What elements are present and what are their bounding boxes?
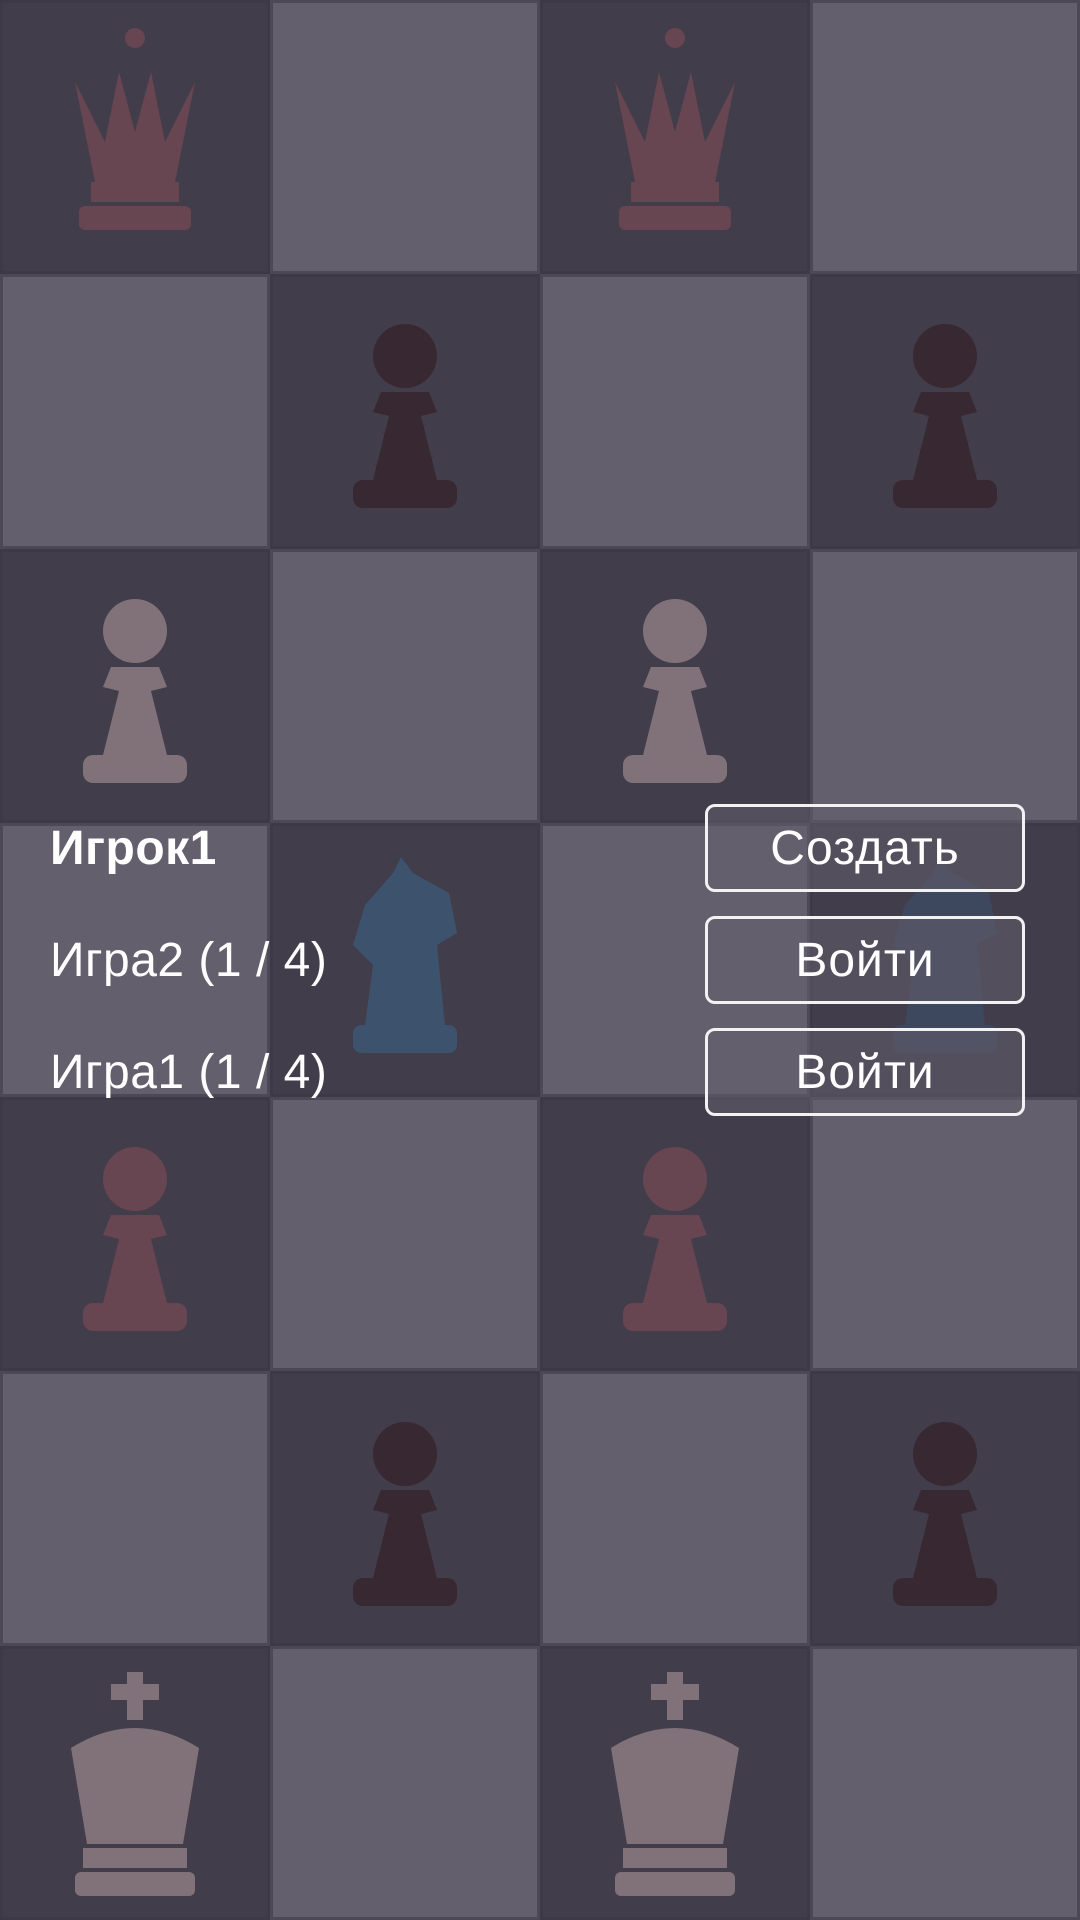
game-label: Игра1 (1 / 4) [50,1045,328,1099]
player-name: Игрок1 [50,821,217,875]
join-game-button[interactable]: Войти [705,916,1025,1004]
join-game-button[interactable]: Войти [705,1028,1025,1116]
player-row: Игрок1 Создать [50,804,1025,892]
game-row: Игра2 (1 / 4) Войти [50,916,1025,1004]
create-game-button[interactable]: Создать [705,804,1025,892]
game-label: Игра2 (1 / 4) [50,933,328,987]
game-row: Игра1 (1 / 4) Войти [50,1028,1025,1116]
